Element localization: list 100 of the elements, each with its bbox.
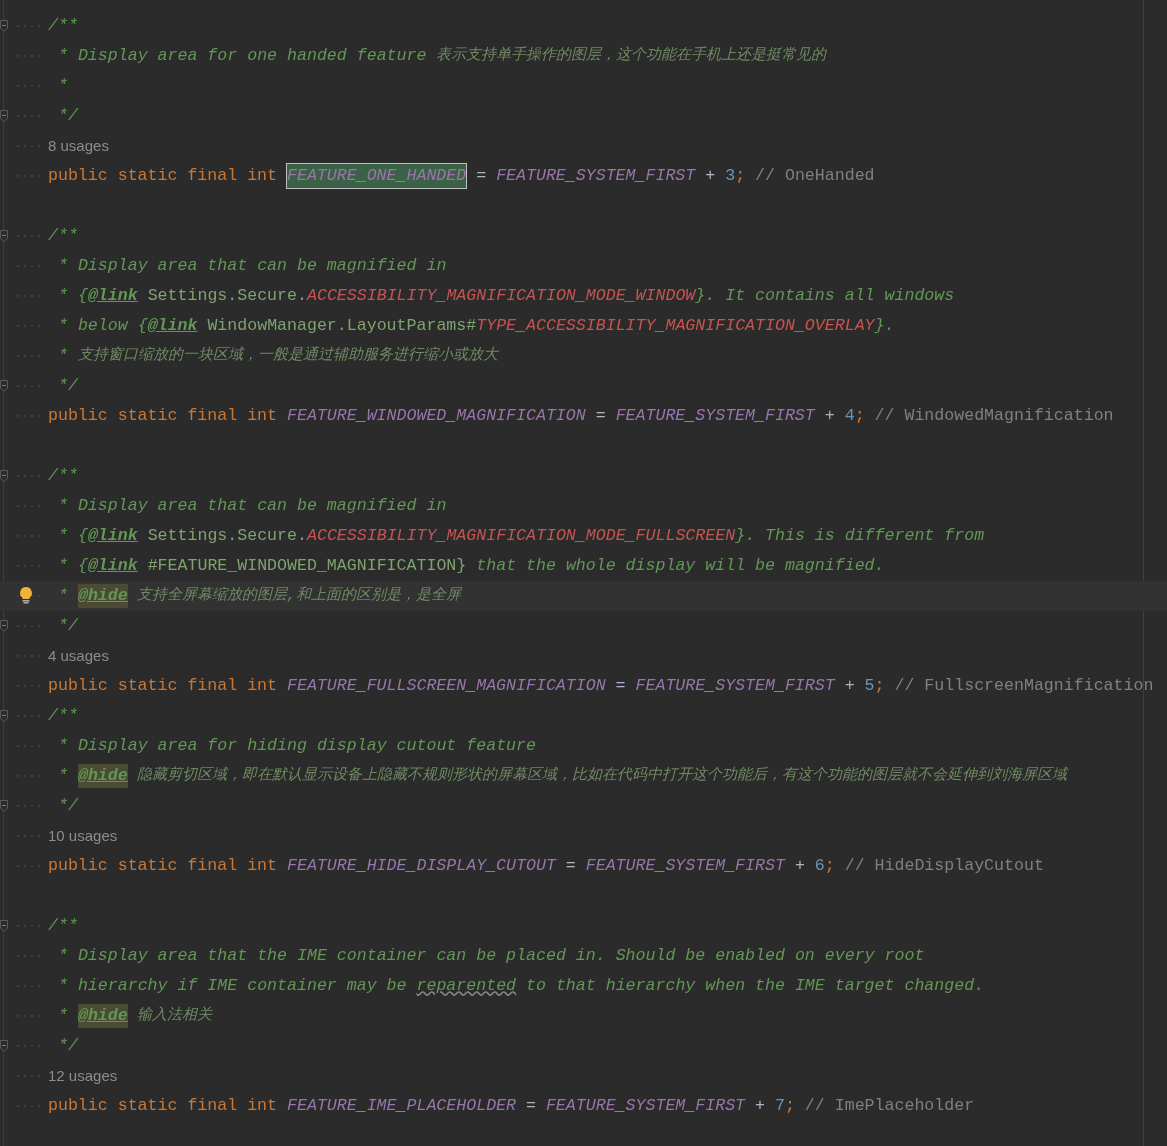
keyword: public static final int <box>48 854 279 877</box>
fold-marker-icon[interactable] <box>0 920 8 932</box>
operator: + <box>843 674 856 697</box>
operator: + <box>823 404 836 427</box>
code-editor[interactable] <box>0 0 1167 1146</box>
usages-hint[interactable]: 8 usages <box>48 134 109 158</box>
doc-comment-text: * { <box>58 284 88 307</box>
operator: = <box>594 404 607 427</box>
doc-comment-text: 支持全屏幕缩放的图层,和上面的区别是，是全屏 <box>135 585 461 606</box>
doc-comment-text: * Display area that can be magnified in <box>58 494 447 517</box>
number-literal: 5 <box>864 674 875 697</box>
operator: = <box>475 164 488 187</box>
doc-comment-text: * Display area for one handed feature <box>58 44 428 67</box>
fold-marker-icon[interactable] <box>0 20 8 32</box>
fold-marker-icon[interactable] <box>0 1040 8 1052</box>
doc-comment-text: * Display area that the IME container can be placed in. Should be enabled on every root <box>58 944 925 967</box>
operator: + <box>704 164 717 187</box>
doc-tag: @link <box>87 523 138 549</box>
doc-comment-text: /** <box>48 914 78 937</box>
doc-comment-text: * <box>58 764 69 787</box>
number-literal: 7 <box>774 1094 785 1117</box>
constant-name: FEATURE_SYSTEM_FIRST <box>615 404 815 427</box>
doc-comment-text: */ <box>58 794 78 817</box>
usages-hint[interactable]: 10 usages <box>48 824 118 848</box>
doc-comment-text: that the whole display will be magnified. <box>475 554 885 577</box>
fold-marker-icon[interactable] <box>0 620 8 632</box>
doc-tag: @link <box>87 283 138 309</box>
line-comment: // OneHanded <box>754 164 875 187</box>
doc-comment-text: 支持窗口缩放的一块区域，一般是通过辅助服务进行缩小或放大 <box>77 345 498 366</box>
doc-tag: @link <box>87 553 138 579</box>
keyword: public static final int <box>48 404 279 427</box>
selected-identifier: FEATURE_ONE_HANDED <box>287 163 467 189</box>
misspelled-word: reparented <box>416 974 517 997</box>
doc-comment-text: * Display area for hiding display cutout feature <box>58 734 536 757</box>
fold-marker-icon[interactable] <box>0 380 8 392</box>
doc-comment-text: */ <box>58 614 78 637</box>
doc-reference: TYPE_ACCESSIBILITY_MAGNIFICATION_OVERLAY <box>476 314 875 337</box>
number-literal: 6 <box>814 854 825 877</box>
semicolon: ; <box>824 854 835 877</box>
semicolon: ; <box>784 1094 795 1117</box>
doc-tag: @hide <box>77 763 128 789</box>
keyword: public static final int <box>48 164 279 187</box>
doc-comment-text: /** <box>48 464 78 487</box>
doc-comment-text: }. It contains all windows <box>695 284 955 307</box>
operator: = <box>564 854 577 877</box>
constant-name: FEATURE_WINDOWED_MAGNIFICATION <box>287 404 586 427</box>
doc-comment-text: */ <box>58 104 78 127</box>
doc-comment-text: to that hierarchy when the IME target changed. <box>525 974 985 997</box>
doc-comment-text: 隐藏剪切区域，即在默认显示设备上隐藏不规则形状的屏幕区域，比如在代码中打开这个功能后，有这个功能的图层就不会延伸到刘海屏区域 <box>135 765 1067 786</box>
doc-reference: #FEATURE_WINDOWED_MAGNIFICATION} <box>146 554 467 577</box>
doc-comment-text: 表示支持单手操作的图层，这个功能在手机上还是挺常见的 <box>436 45 827 66</box>
doc-comment-text: /** <box>48 224 78 247</box>
constant-name: FEATURE_SYSTEM_FIRST <box>496 164 696 187</box>
doc-comment-text: */ <box>58 374 78 397</box>
operator: = <box>614 674 627 697</box>
doc-reference: Settings.Secure. <box>146 524 307 547</box>
constant-name: FEATURE_SYSTEM_FIRST <box>635 674 835 697</box>
constant-name: FEATURE_IME_PLACEHOLDER <box>287 1094 517 1117</box>
line-comment: // ImePlaceholder <box>803 1094 975 1117</box>
line-comment: // HideDisplayCutout <box>843 854 1044 877</box>
doc-comment-text: */ <box>58 1034 78 1057</box>
doc-comment-text: * <box>58 74 68 97</box>
line-comment: // WindowedMagnification <box>873 404 1114 427</box>
doc-tag: @link <box>147 313 198 339</box>
whitespace-dots-icon <box>16 594 42 598</box>
fold-marker-icon[interactable] <box>0 470 8 482</box>
fold-marker-icon[interactable] <box>0 230 8 242</box>
usages-hint[interactable]: 4 usages <box>48 644 109 668</box>
doc-comment-text: * Display area that can be magnified in <box>58 254 447 277</box>
operator: + <box>754 1094 766 1117</box>
doc-tag: @hide <box>77 583 128 609</box>
fold-marker-icon[interactable] <box>0 110 8 122</box>
doc-reference: ACCESSIBILITY_MAGNIFICATION_MODE_FULLSCREEN <box>306 524 736 547</box>
doc-comment-text: * hierarchy if IME container may be <box>58 974 408 997</box>
doc-reference: ACCESSIBILITY_MAGNIFICATION_MODE_WINDOW <box>306 284 696 307</box>
constant-name: FEATURE_HIDE_DISPLAY_CUTOUT <box>287 854 556 877</box>
lightbulb-icon[interactable] <box>19 586 33 604</box>
operator: = <box>525 1094 537 1117</box>
doc-comment-text: * { <box>58 554 88 577</box>
keyword: public static final int <box>48 674 279 697</box>
doc-comment-text: * <box>58 1004 69 1027</box>
doc-comment-text: }. <box>874 314 895 337</box>
doc-comment-text: * below { <box>58 314 148 337</box>
line-comment: // FullscreenMagnification <box>893 674 1154 697</box>
doc-comment-text: }. This is different from <box>735 524 985 547</box>
doc-reference: Settings.Secure. <box>146 284 307 307</box>
doc-comment-text: /** <box>48 14 78 37</box>
doc-comment-text: /** <box>48 704 78 727</box>
usages-hint[interactable]: 12 usages <box>48 1064 118 1088</box>
doc-comment-text: * <box>58 344 69 367</box>
fold-marker-icon[interactable] <box>0 710 8 722</box>
fold-marker-icon[interactable] <box>0 800 8 812</box>
semicolon: ; <box>854 404 865 427</box>
doc-comment-text: 输入法相关 <box>135 1005 212 1026</box>
number-literal: 3 <box>725 164 736 187</box>
doc-reference: WindowManager.LayoutParams# <box>206 314 477 337</box>
keyword: public static final int <box>48 1094 279 1117</box>
semicolon: ; <box>874 674 885 697</box>
doc-comment-text: * <box>58 584 69 607</box>
operator: + <box>793 854 806 877</box>
